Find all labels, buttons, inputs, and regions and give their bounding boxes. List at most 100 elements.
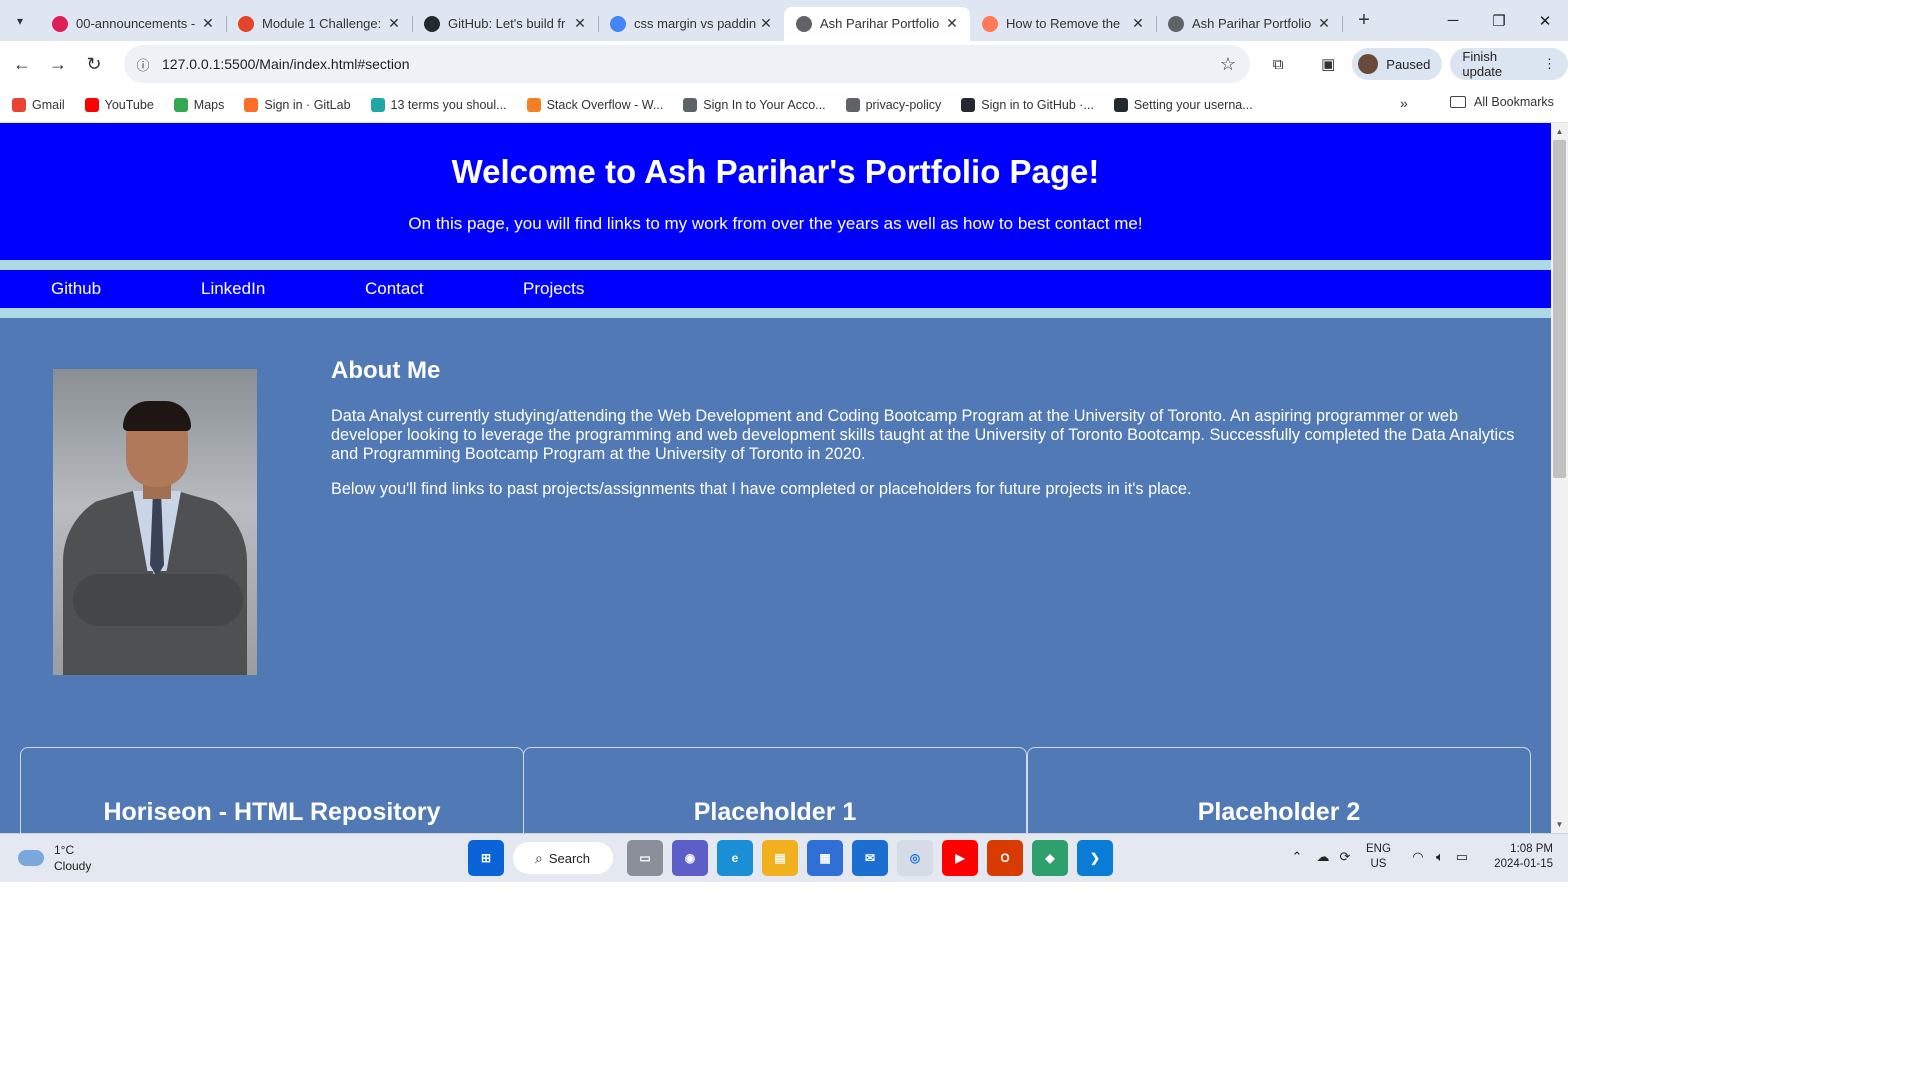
onedrive-error-icon[interactable]: ☁ [1312, 849, 1334, 865]
language-code: ENG [1366, 843, 1391, 855]
bookmark-item[interactable]: Setting your userna... [1113, 97, 1253, 112]
project-card[interactable]: Horiseon - HTML Repository [20, 747, 524, 833]
avatar [1358, 54, 1379, 74]
globe-icon [683, 97, 698, 112]
address-bar[interactable]: ⓘ 127.0.0.1:5500/Main/index.html#section… [124, 45, 1250, 83]
minimize-icon[interactable]: ─ [1430, 0, 1476, 41]
extensions-icon[interactable]: ⧉ [1262, 47, 1294, 81]
git-app-icon[interactable]: ◆ [1032, 840, 1068, 876]
close-tab-icon[interactable]: ✕ [944, 15, 960, 32]
browser-tab[interactable]: css margin vs paddin ✕ [598, 7, 784, 41]
sync-icon[interactable]: ⟳ [1334, 849, 1356, 865]
more-bookmarks-chevron-icon[interactable]: » [1400, 95, 1408, 111]
scrollbar-thumb[interactable] [1553, 140, 1566, 478]
back-arrow-icon[interactable]: ← [4, 46, 40, 82]
gitlab-icon [244, 97, 259, 112]
project-card[interactable]: Placeholder 1 [523, 747, 1027, 833]
browser-toolbar: ← → ↻ ⓘ 127.0.0.1:5500/Main/index.html#s… [0, 41, 1569, 87]
scroll-up-arrow-icon[interactable]: ▲ [1551, 123, 1568, 140]
nav-link-github[interactable]: Github [51, 279, 101, 299]
bookmark-item[interactable]: Sign in to GitHub ·... [961, 97, 1094, 112]
windows-start-icon[interactable]: ⊞ [468, 840, 504, 876]
google-icon [610, 15, 626, 32]
region-code: US [1370, 858, 1387, 870]
new-tab-button[interactable]: + [1350, 7, 1378, 35]
bookmark-item[interactable]: Stack Overflow - W... [526, 97, 664, 112]
side-panel-icon[interactable]: ▣ [1312, 47, 1344, 81]
site-info-icon[interactable]: ⓘ [128, 55, 158, 74]
bookmark-star-icon[interactable]: ☆ [1220, 54, 1236, 75]
volume-icon[interactable]: 🔈︎ [1429, 849, 1451, 865]
battery-icon[interactable]: ▭ [1451, 849, 1473, 865]
vscode-icon[interactable]: ❯ [1077, 840, 1113, 876]
project-card[interactable]: Placeholder 2 [1027, 747, 1531, 833]
taskbar-search[interactable]: ⌕ Search [513, 842, 613, 874]
forward-arrow-icon[interactable]: → [40, 46, 76, 82]
bookmark-item[interactable]: YouTube [84, 97, 154, 112]
tab-search-chevron-icon[interactable]: ▾ [6, 7, 34, 35]
browser-tab[interactable]: How to Remove the ✕ [970, 7, 1157, 41]
close-tab-icon[interactable]: ✕ [572, 15, 588, 32]
page-scrollbar[interactable]: ▲ ▼ [1551, 123, 1568, 833]
project-card-title[interactable]: Placeholder 2 [1028, 798, 1530, 827]
file-explorer-icon[interactable]: ▤ [762, 840, 798, 876]
project-card-title[interactable]: Horiseon - HTML Repository [21, 798, 523, 827]
bookmark-item[interactable]: Gmail [12, 97, 65, 112]
bookmark-label: Stack Overflow - W... [546, 97, 664, 112]
chrome-icon[interactable]: ◎ [897, 840, 933, 876]
clock-time: 1:08 PM [1510, 843, 1553, 855]
close-tab-icon[interactable]: ✕ [1316, 15, 1332, 32]
close-tab-icon[interactable]: ✕ [200, 15, 216, 32]
project-card-title[interactable]: Placeholder 1 [524, 798, 1026, 827]
edge-icon[interactable]: e [717, 840, 753, 876]
browser-tab[interactable]: Module 1 Challenge: ✕ [226, 7, 413, 41]
bookmark-item[interactable]: Maps [173, 97, 224, 112]
tray-overflow-chevron-icon[interactable]: ⌃ [1286, 849, 1308, 865]
tab-strip: ▾ 00-announcements - ✕ Module 1 Challenge:… [0, 0, 1568, 41]
bookmark-item[interactable]: 13 terms you shoul... [370, 97, 507, 112]
bookmark-h-icon [370, 97, 385, 112]
close-window-icon[interactable]: ✕ [1522, 0, 1568, 41]
microsoft-store-icon[interactable]: ▦ [807, 840, 843, 876]
browser-tab[interactable]: Ash Parihar Portfolio ✕ [1156, 7, 1343, 41]
about-paragraph: Below you'll find links to past projects… [331, 480, 1192, 498]
tab-title: Ash Parihar Portfolio [1192, 16, 1312, 31]
reload-icon[interactable]: ↻ [76, 46, 112, 82]
kebab-menu-icon[interactable]: ⋮ [1543, 56, 1556, 72]
scroll-down-arrow-icon[interactable]: ▼ [1551, 816, 1568, 833]
finish-update-button[interactable]: Finish update ⋮ [1450, 48, 1569, 80]
site-nav: Github LinkedIn Contact Projects [0, 270, 1551, 308]
all-bookmarks-button[interactable]: All Bookmarks [1450, 95, 1554, 109]
weather-widget[interactable]: 1°C Cloudy [18, 842, 91, 874]
office-icon[interactable]: O [987, 840, 1023, 876]
browser-tab[interactable]: GitHub: Let's build fr ✕ [412, 7, 599, 41]
profile-button[interactable]: Paused [1352, 48, 1443, 80]
mail-icon[interactable]: ✉ [852, 840, 888, 876]
bookmark-item[interactable]: Sign In to Your Acco... [683, 97, 826, 112]
close-tab-icon[interactable]: ✕ [386, 15, 402, 32]
slack-icon [52, 15, 68, 32]
bookmark-item[interactable]: Sign in · GitLab [244, 97, 351, 112]
cloud-icon [18, 850, 44, 866]
restore-icon[interactable]: ❐ [1476, 0, 1522, 41]
task-view-icon[interactable]: ▭ [627, 840, 663, 876]
wifi-icon[interactable]: ◠ [1407, 849, 1429, 865]
globe-icon [845, 97, 860, 112]
browser-tab[interactable]: 00-announcements - ✕ [40, 7, 227, 41]
bookmark-item[interactable]: privacy-policy [845, 97, 941, 112]
browser-window: ▾ 00-announcements - ✕ Module 1 Challenge:… [0, 0, 1569, 882]
url-text[interactable]: 127.0.0.1:5500/Main/index.html#section [162, 56, 410, 72]
youtube-icon[interactable]: ▶ [942, 840, 978, 876]
taskbar-clock[interactable]: 1:08 PM 2024-01-15 [1478, 842, 1553, 872]
close-tab-icon[interactable]: ✕ [758, 15, 774, 32]
teams-chat-icon[interactable]: ◉ [672, 840, 708, 876]
divider-stripe [0, 260, 1551, 270]
windows-taskbar: 1°C Cloudy ⊞ ⌕ Search ▭ ◉ e ▤ ▦ ✉ ◎ ▶ O … [0, 833, 1568, 882]
nav-link-projects[interactable]: Projects [523, 279, 584, 299]
nav-link-contact[interactable]: Contact [365, 279, 424, 299]
close-tab-icon[interactable]: ✕ [1130, 15, 1146, 32]
language-indicator[interactable]: ENG US [1366, 842, 1391, 872]
youtube-icon [84, 97, 99, 112]
nav-link-linkedin[interactable]: LinkedIn [201, 279, 265, 299]
browser-tab[interactable]: Ash Parihar Portfolio ✕ [784, 6, 970, 41]
